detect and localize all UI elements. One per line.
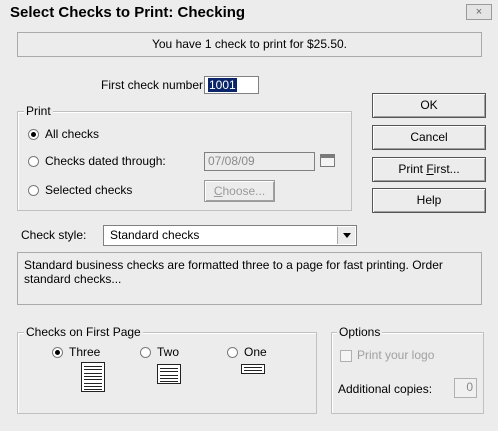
two-checks-icon <box>157 364 181 384</box>
checks-dated-through-radio[interactable] <box>28 156 39 167</box>
selected-checks-radio[interactable] <box>28 185 39 196</box>
ok-button[interactable]: OK <box>372 93 486 118</box>
first-check-number-value: 1001 <box>208 78 237 92</box>
window-title: Select Checks to Print: Checking <box>10 4 246 21</box>
summary-banner: You have 1 check to print for $25.50. <box>17 32 482 57</box>
options-group-title: Options <box>337 325 383 339</box>
first-check-number-label: First check number: <box>101 78 207 92</box>
selected-checks-label: Selected checks <box>45 183 133 197</box>
one-check-icon <box>241 364 265 374</box>
one-check-radio[interactable] <box>227 347 238 358</box>
checks-on-first-page-title: Checks on First Page <box>24 325 143 339</box>
choose-button[interactable]: Choose... <box>204 180 275 202</box>
check-style-value: Standard checks <box>110 228 200 242</box>
cancel-button[interactable]: Cancel <box>372 125 486 150</box>
print-logo-label: Print your logo <box>357 348 435 362</box>
calendar-icon[interactable] <box>320 154 335 167</box>
three-checks-icon <box>81 362 105 392</box>
check-style-description: Standard business checks are formatted t… <box>17 252 482 305</box>
print-first-label-prefix: Print <box>398 162 427 176</box>
print-first-mnemonic: F <box>426 162 434 176</box>
three-checks-label: Three <box>69 345 101 359</box>
print-group-title: Print <box>24 104 53 118</box>
first-check-number-input[interactable]: 1001 <box>204 76 259 94</box>
close-button[interactable]: × <box>466 4 492 20</box>
additional-copies-label: Additional copies: <box>338 382 433 396</box>
chevron-down-icon[interactable] <box>337 227 355 244</box>
one-check-label: One <box>244 345 267 359</box>
three-checks-radio[interactable] <box>52 347 63 358</box>
two-checks-radio[interactable] <box>140 347 151 358</box>
print-logo-checkbox[interactable] <box>340 350 352 362</box>
choose-label: hoose... <box>222 184 266 198</box>
print-first-button[interactable]: Print First... <box>372 157 486 182</box>
options-group <box>331 332 484 414</box>
all-checks-label: All checks <box>45 127 100 141</box>
help-button[interactable]: Help <box>372 188 486 213</box>
close-icon: × <box>475 6 483 18</box>
checks-dated-through-label: Checks dated through: <box>45 154 166 168</box>
date-through-input[interactable]: 07/08/09 <box>204 152 315 171</box>
all-checks-radio[interactable] <box>28 129 39 140</box>
check-style-label: Check style: <box>21 228 87 242</box>
check-style-dropdown[interactable]: Standard checks <box>103 225 357 246</box>
additional-copies-input[interactable]: 0 <box>454 378 477 398</box>
print-first-label-rest: irst... <box>433 162 460 176</box>
two-checks-label: Two <box>157 345 180 359</box>
